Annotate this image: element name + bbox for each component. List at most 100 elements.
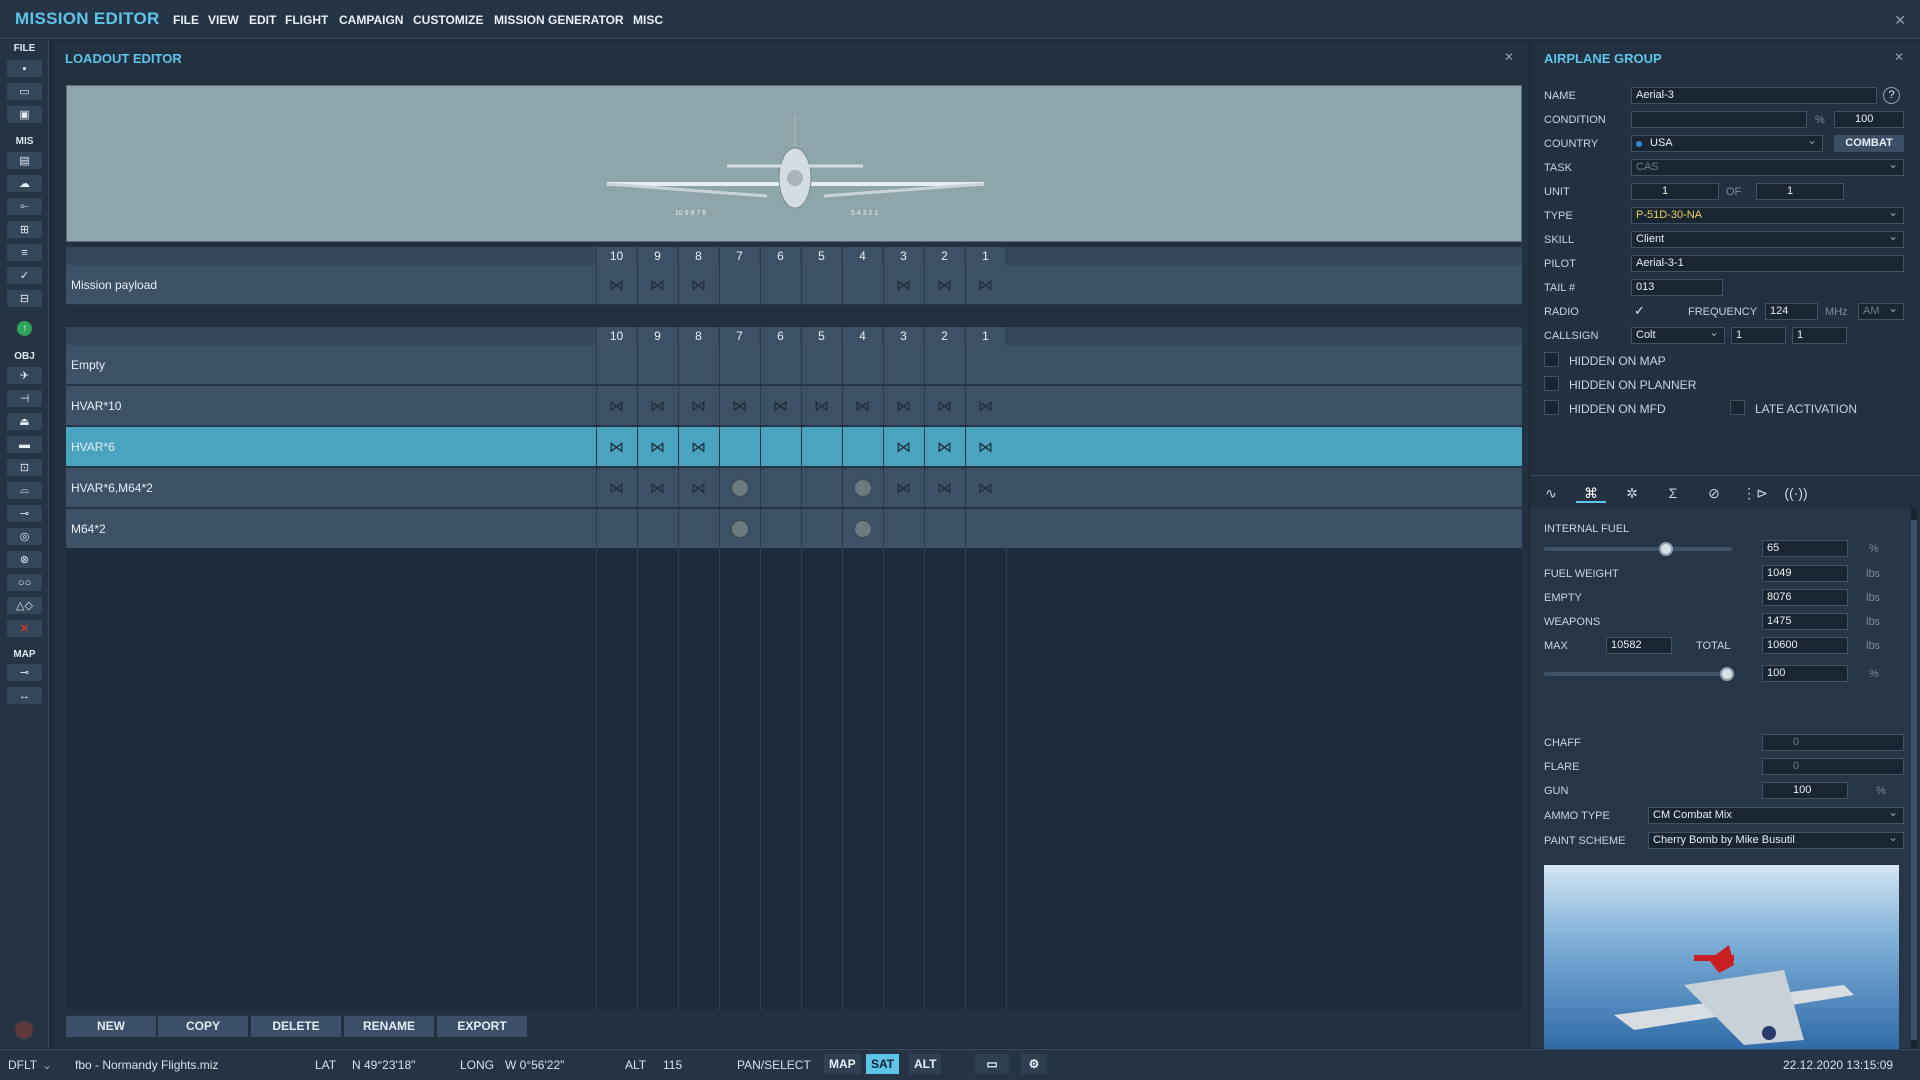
radio-tab-icon[interactable]: ((·)) [1781, 483, 1811, 503]
tail-field[interactable]: 013 [1631, 279, 1723, 296]
menu-flight[interactable]: FLIGHT [285, 13, 328, 27]
rocket-icon[interactable]: ⋈ [678, 265, 718, 305]
payload-tab-icon[interactable]: ⌘ [1576, 483, 1606, 503]
pylon-empty[interactable] [760, 509, 800, 549]
pylon-empty[interactable] [801, 427, 841, 467]
late-activation-checkbox[interactable] [1730, 400, 1745, 415]
rocket-icon[interactable]: ⋈ [596, 386, 636, 426]
rocket-icon[interactable]: ⋈ [637, 427, 677, 467]
pylon-empty[interactable] [637, 509, 677, 549]
pylon-empty[interactable] [719, 427, 759, 467]
map-view-button[interactable]: MAP [824, 1054, 861, 1074]
help-icon[interactable]: ? [1883, 87, 1900, 104]
rocket-icon[interactable]: ⋈ [596, 265, 636, 305]
hidden-on-mfd-checkbox[interactable] [1544, 400, 1559, 415]
pylon-empty[interactable] [637, 345, 677, 385]
pylon-empty[interactable] [719, 345, 759, 385]
export-button[interactable]: EXPORT [437, 1016, 527, 1037]
payload-row-hvar10[interactable]: HVAR*10 ⋈ ⋈ ⋈ ⋈ ⋈ ⋈ ⋈ ⋈ ⋈ ⋈ [66, 386, 1522, 426]
profile-dropdown[interactable]: DFLT [8, 1058, 37, 1072]
map-layers-icon[interactable]: ▭ [975, 1054, 1009, 1074]
rocket-icon[interactable]: ⋈ [678, 468, 718, 508]
loadout-close-icon[interactable]: ✕ [1504, 50, 1514, 64]
rocket-icon[interactable]: ⋈ [596, 468, 636, 508]
helicopter-icon[interactable]: ⊣ [7, 390, 42, 407]
record-icon[interactable] [15, 1021, 33, 1039]
group-icon[interactable]: ○○ [7, 574, 42, 591]
menu-view[interactable]: VIEW [208, 13, 239, 27]
menu-campaign[interactable]: CAMPAIGN [339, 13, 403, 27]
pylon-empty[interactable] [760, 427, 800, 467]
rocket-icon[interactable]: ⋈ [965, 468, 1005, 508]
ruler-icon[interactable]: ↔ [7, 687, 42, 704]
skill-dropdown[interactable]: Client [1631, 229, 1904, 248]
open-file-icon[interactable]: ▭ [7, 83, 42, 100]
rocket-icon[interactable]: ⋈ [842, 386, 882, 426]
new-file-icon[interactable]: ▪ [7, 60, 42, 77]
pilot-field[interactable]: Aerial-3-1 [1631, 255, 1904, 272]
pylon-empty[interactable] [801, 265, 841, 305]
fuel-weight-field[interactable]: 1049 [1762, 565, 1848, 582]
flare-stepper[interactable]: 0 [1762, 758, 1904, 775]
secondary-slider-knob[interactable] [1720, 667, 1734, 681]
target-icon[interactable]: ⊗ [7, 551, 42, 568]
menu-edit[interactable]: EDIT [249, 13, 276, 27]
bomb-icon[interactable] [842, 509, 882, 549]
route-icon[interactable]: ⟜ [7, 198, 42, 215]
ship-icon[interactable]: ⏏ [7, 413, 42, 430]
combat-button[interactable]: COMBAT [1834, 135, 1904, 152]
pylon-empty[interactable] [924, 509, 964, 549]
resources-icon[interactable]: ≡ [7, 244, 42, 261]
rocket-icon[interactable]: ⋈ [637, 468, 677, 508]
pylon-empty[interactable] [801, 468, 841, 508]
rocket-icon[interactable]: ⋈ [924, 468, 964, 508]
mission-options-icon[interactable]: ⊟ [7, 290, 42, 307]
modulation-dropdown[interactable]: AM [1858, 301, 1904, 320]
new-button[interactable]: NEW [66, 1016, 156, 1037]
menu-customize[interactable]: CUSTOMIZE [413, 13, 483, 27]
pylon-empty[interactable] [965, 509, 1005, 549]
delete-object-icon[interactable]: ✕ [7, 620, 42, 637]
pylon-empty[interactable] [678, 345, 718, 385]
properties-tab-icon[interactable]: ⋮⊳ [1740, 483, 1770, 503]
radio-checkbox[interactable]: ✓ [1634, 303, 1645, 319]
rocket-icon[interactable]: ⋈ [637, 265, 677, 305]
pylon-empty[interactable] [883, 345, 923, 385]
pylon-empty[interactable] [924, 345, 964, 385]
rename-button[interactable]: RENAME [344, 1016, 434, 1037]
country-dropdown[interactable]: USA [1631, 133, 1823, 152]
route-tab-icon[interactable]: ∿ [1536, 483, 1566, 503]
pan-select-mode[interactable]: PAN/SELECT [737, 1058, 811, 1072]
settings-gear-icon[interactable]: ⚙ [1021, 1054, 1047, 1074]
pylon-empty[interactable] [965, 345, 1005, 385]
menu-misc[interactable]: MISC [633, 13, 663, 27]
pylon-empty[interactable] [678, 509, 718, 549]
rocket-icon[interactable]: ⋈ [883, 386, 923, 426]
pylon-empty[interactable] [801, 345, 841, 385]
chaff-stepper[interactable]: 0 [1762, 734, 1904, 751]
mission-payload-row[interactable]: Mission payload ⋈ ⋈ ⋈ ⋈ ⋈ ⋈ [66, 265, 1522, 305]
copy-button[interactable]: COPY [158, 1016, 248, 1037]
pylon-empty[interactable] [883, 509, 923, 549]
type-dropdown[interactable]: P-51D-30-NA [1631, 205, 1904, 224]
window-close-icon[interactable]: ✕ [1894, 12, 1906, 29]
bomb-icon[interactable] [842, 468, 882, 508]
map-options-icon[interactable]: ⊸ [7, 664, 42, 681]
triggers-icon[interactable]: ⊞ [7, 221, 42, 238]
template-icon[interactable]: ⌓ [7, 482, 42, 499]
pylon-empty[interactable] [760, 468, 800, 508]
summary-tab-icon[interactable]: Σ [1658, 483, 1688, 503]
airplane-group-close-icon[interactable]: ✕ [1894, 50, 1904, 64]
gun-stepper[interactable]: 100 [1762, 782, 1848, 799]
task-dropdown[interactable]: CAS [1631, 157, 1904, 176]
pylon-empty[interactable] [596, 509, 636, 549]
pylon-empty[interactable] [842, 345, 882, 385]
payload-row-hvar6-m64[interactable]: HVAR*6,M64*2 ⋈ ⋈ ⋈ ⋈ ⋈ ⋈ [66, 468, 1522, 508]
internal-fuel-slider[interactable] [1544, 547, 1732, 551]
zone-icon[interactable]: ◎ [7, 528, 42, 545]
callsign-dropdown[interactable]: Colt [1631, 325, 1725, 344]
unit-of-stepper[interactable]: 1 [1756, 183, 1844, 200]
pylon-empty[interactable] [842, 427, 882, 467]
pylon-empty[interactable] [842, 265, 882, 305]
callsign-number-1[interactable]: 1 [1731, 327, 1786, 344]
